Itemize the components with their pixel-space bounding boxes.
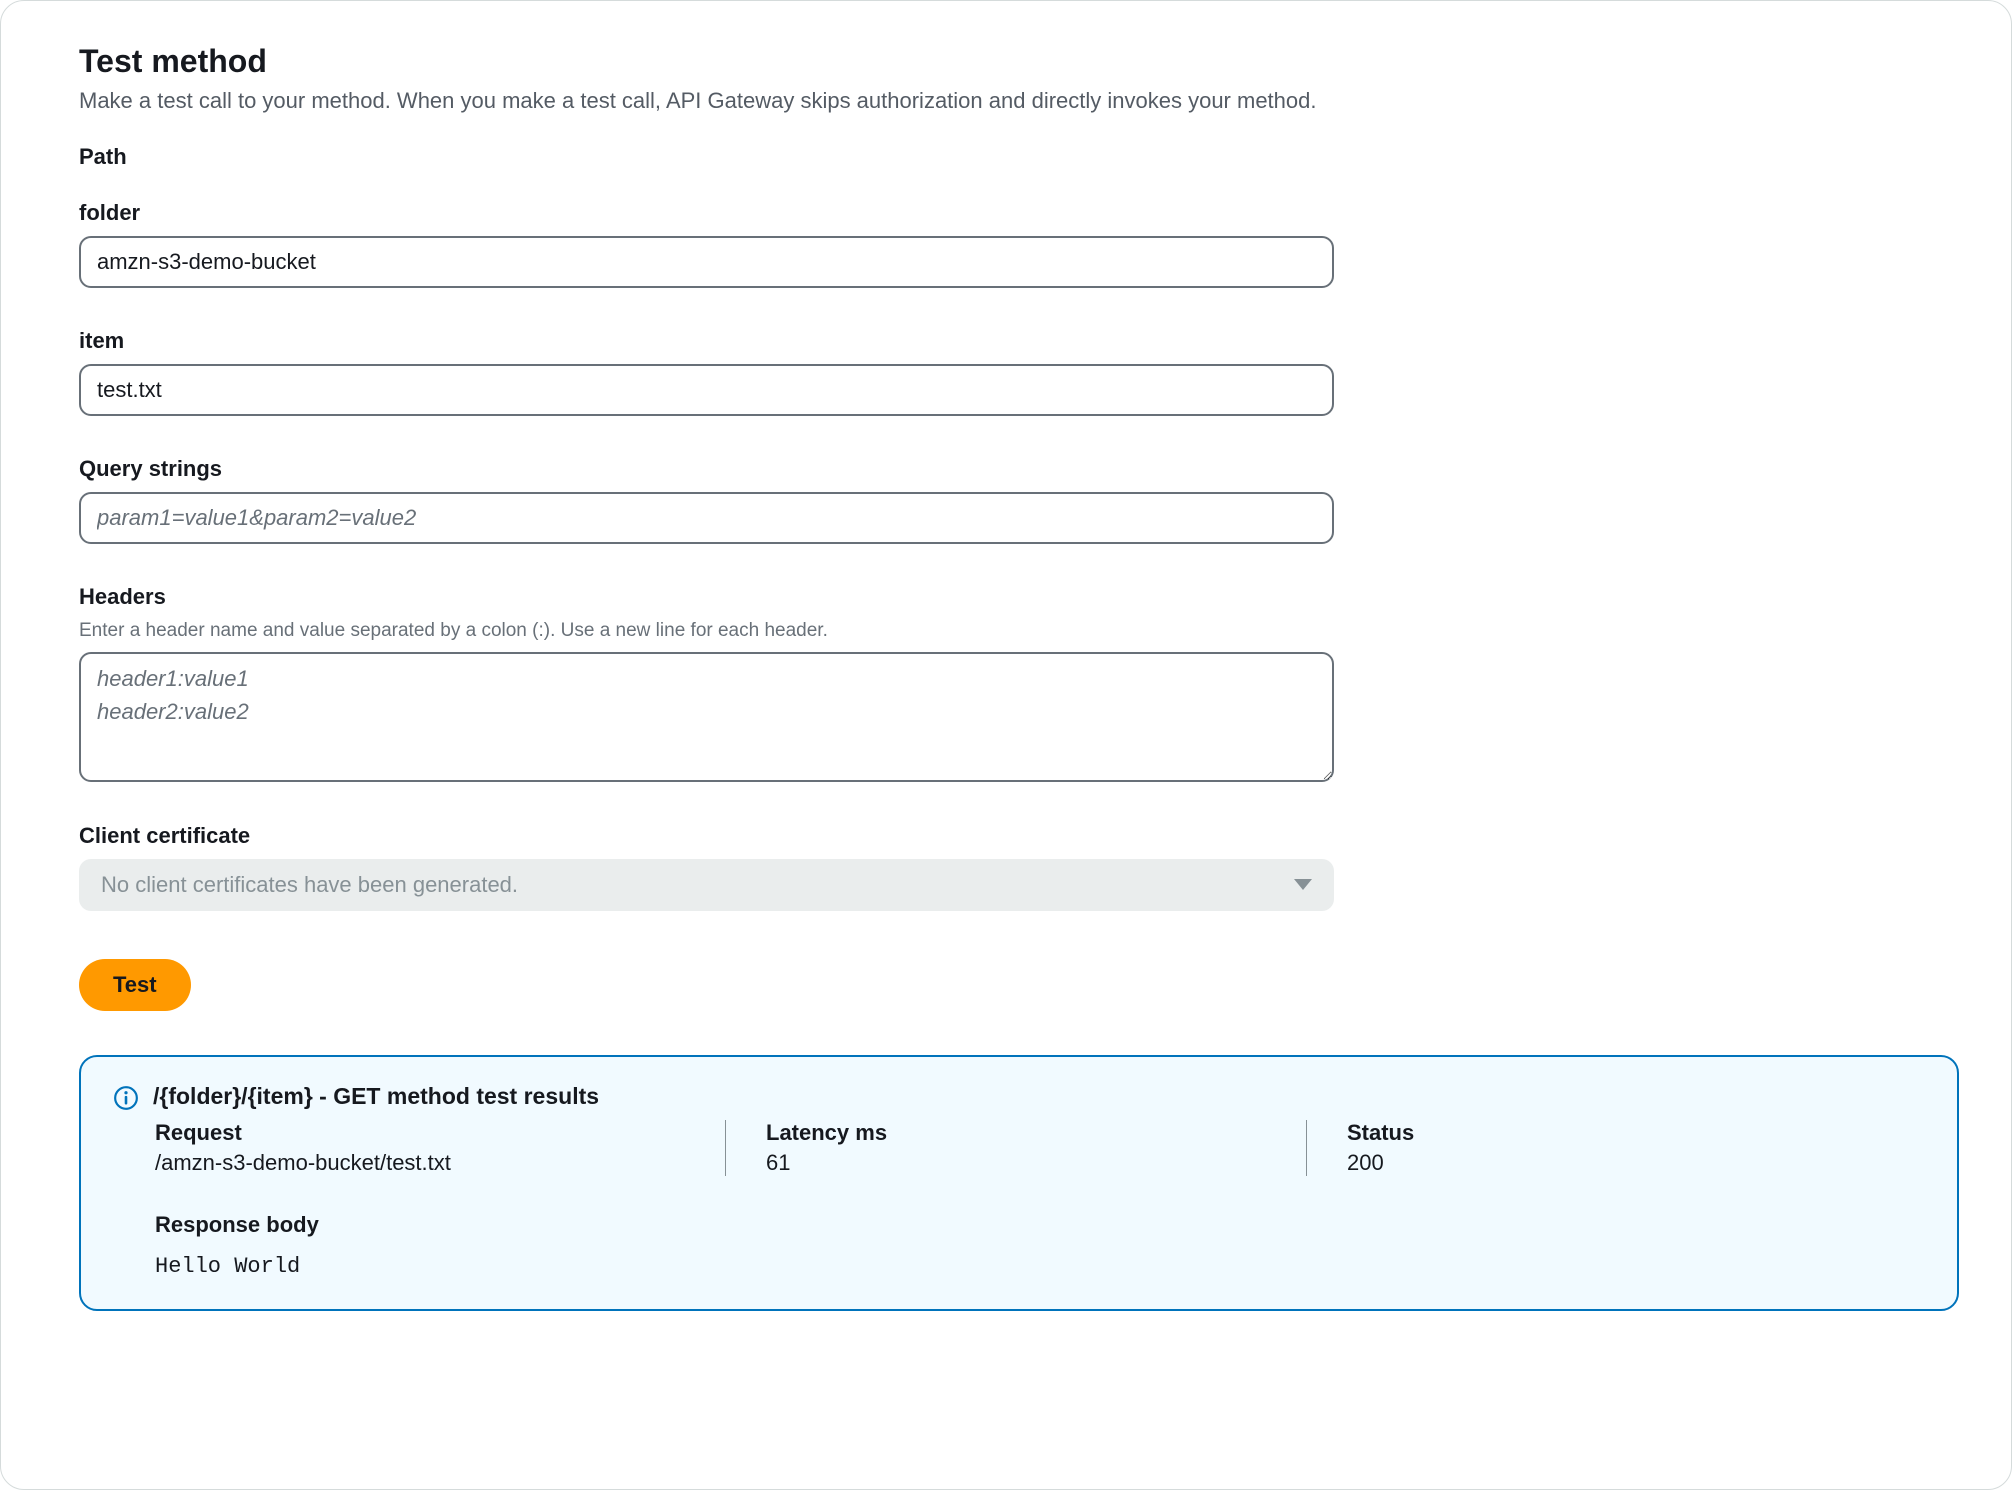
response-body-block: Response body Hello World bbox=[155, 1212, 1925, 1279]
headers-label: Headers bbox=[79, 584, 1933, 610]
page-subtitle: Make a test call to your method. When yo… bbox=[79, 86, 1933, 116]
panel-inner: Test method Make a test call to your met… bbox=[1, 31, 2011, 1311]
item-field: item bbox=[79, 328, 1933, 416]
results-latency-col: Latency ms 61 bbox=[726, 1120, 1306, 1176]
status-value: 200 bbox=[1347, 1150, 1667, 1176]
item-label: item bbox=[79, 328, 1933, 354]
query-strings-field: Query strings bbox=[79, 456, 1933, 544]
response-body-label: Response body bbox=[155, 1212, 1925, 1238]
results-header-row: /{folder}/{item} - GET method test resul… bbox=[113, 1083, 1925, 1118]
results-grid: Request /amzn-s3-demo-bucket/test.txt La… bbox=[155, 1120, 1925, 1176]
status-label: Status bbox=[1347, 1120, 1667, 1146]
test-method-panel: Test method Make a test call to your met… bbox=[0, 0, 2012, 1490]
results-title: /{folder}/{item} - GET method test resul… bbox=[153, 1083, 1925, 1110]
results-header-content: /{folder}/{item} - GET method test resul… bbox=[153, 1083, 1925, 1118]
client-certificate-selected-text: No client certificates have been generat… bbox=[101, 872, 518, 898]
page-title: Test method bbox=[79, 43, 1933, 80]
info-icon bbox=[113, 1085, 139, 1111]
headers-textarea[interactable] bbox=[79, 652, 1334, 782]
request-label: Request bbox=[155, 1120, 685, 1146]
client-certificate-label: Client certificate bbox=[79, 823, 1933, 849]
test-button[interactable]: Test bbox=[79, 959, 191, 1011]
test-results-panel: /{folder}/{item} - GET method test resul… bbox=[79, 1055, 1959, 1311]
results-status-col: Status 200 bbox=[1307, 1120, 1707, 1176]
headers-field: Headers Enter a header name and value se… bbox=[79, 584, 1933, 787]
chevron-down-icon bbox=[1294, 879, 1312, 890]
client-certificate-field: Client certificate No client certificate… bbox=[79, 823, 1933, 911]
headers-helper: Enter a header name and value separated … bbox=[79, 620, 1933, 642]
client-certificate-select[interactable]: No client certificates have been generat… bbox=[79, 859, 1334, 911]
path-section-label: Path bbox=[79, 144, 1933, 170]
latency-label: Latency ms bbox=[766, 1120, 1266, 1146]
results-request-col: Request /amzn-s3-demo-bucket/test.txt bbox=[155, 1120, 725, 1176]
client-certificate-select-wrap: No client certificates have been generat… bbox=[79, 859, 1334, 911]
latency-value: 61 bbox=[766, 1150, 1266, 1176]
folder-field: folder bbox=[79, 200, 1933, 288]
response-body-value: Hello World bbox=[155, 1254, 1925, 1279]
query-strings-label: Query strings bbox=[79, 456, 1933, 482]
request-value: /amzn-s3-demo-bucket/test.txt bbox=[155, 1150, 685, 1176]
query-strings-input[interactable] bbox=[79, 492, 1334, 544]
folder-label: folder bbox=[79, 200, 1933, 226]
folder-input[interactable] bbox=[79, 236, 1334, 288]
item-input[interactable] bbox=[79, 364, 1334, 416]
